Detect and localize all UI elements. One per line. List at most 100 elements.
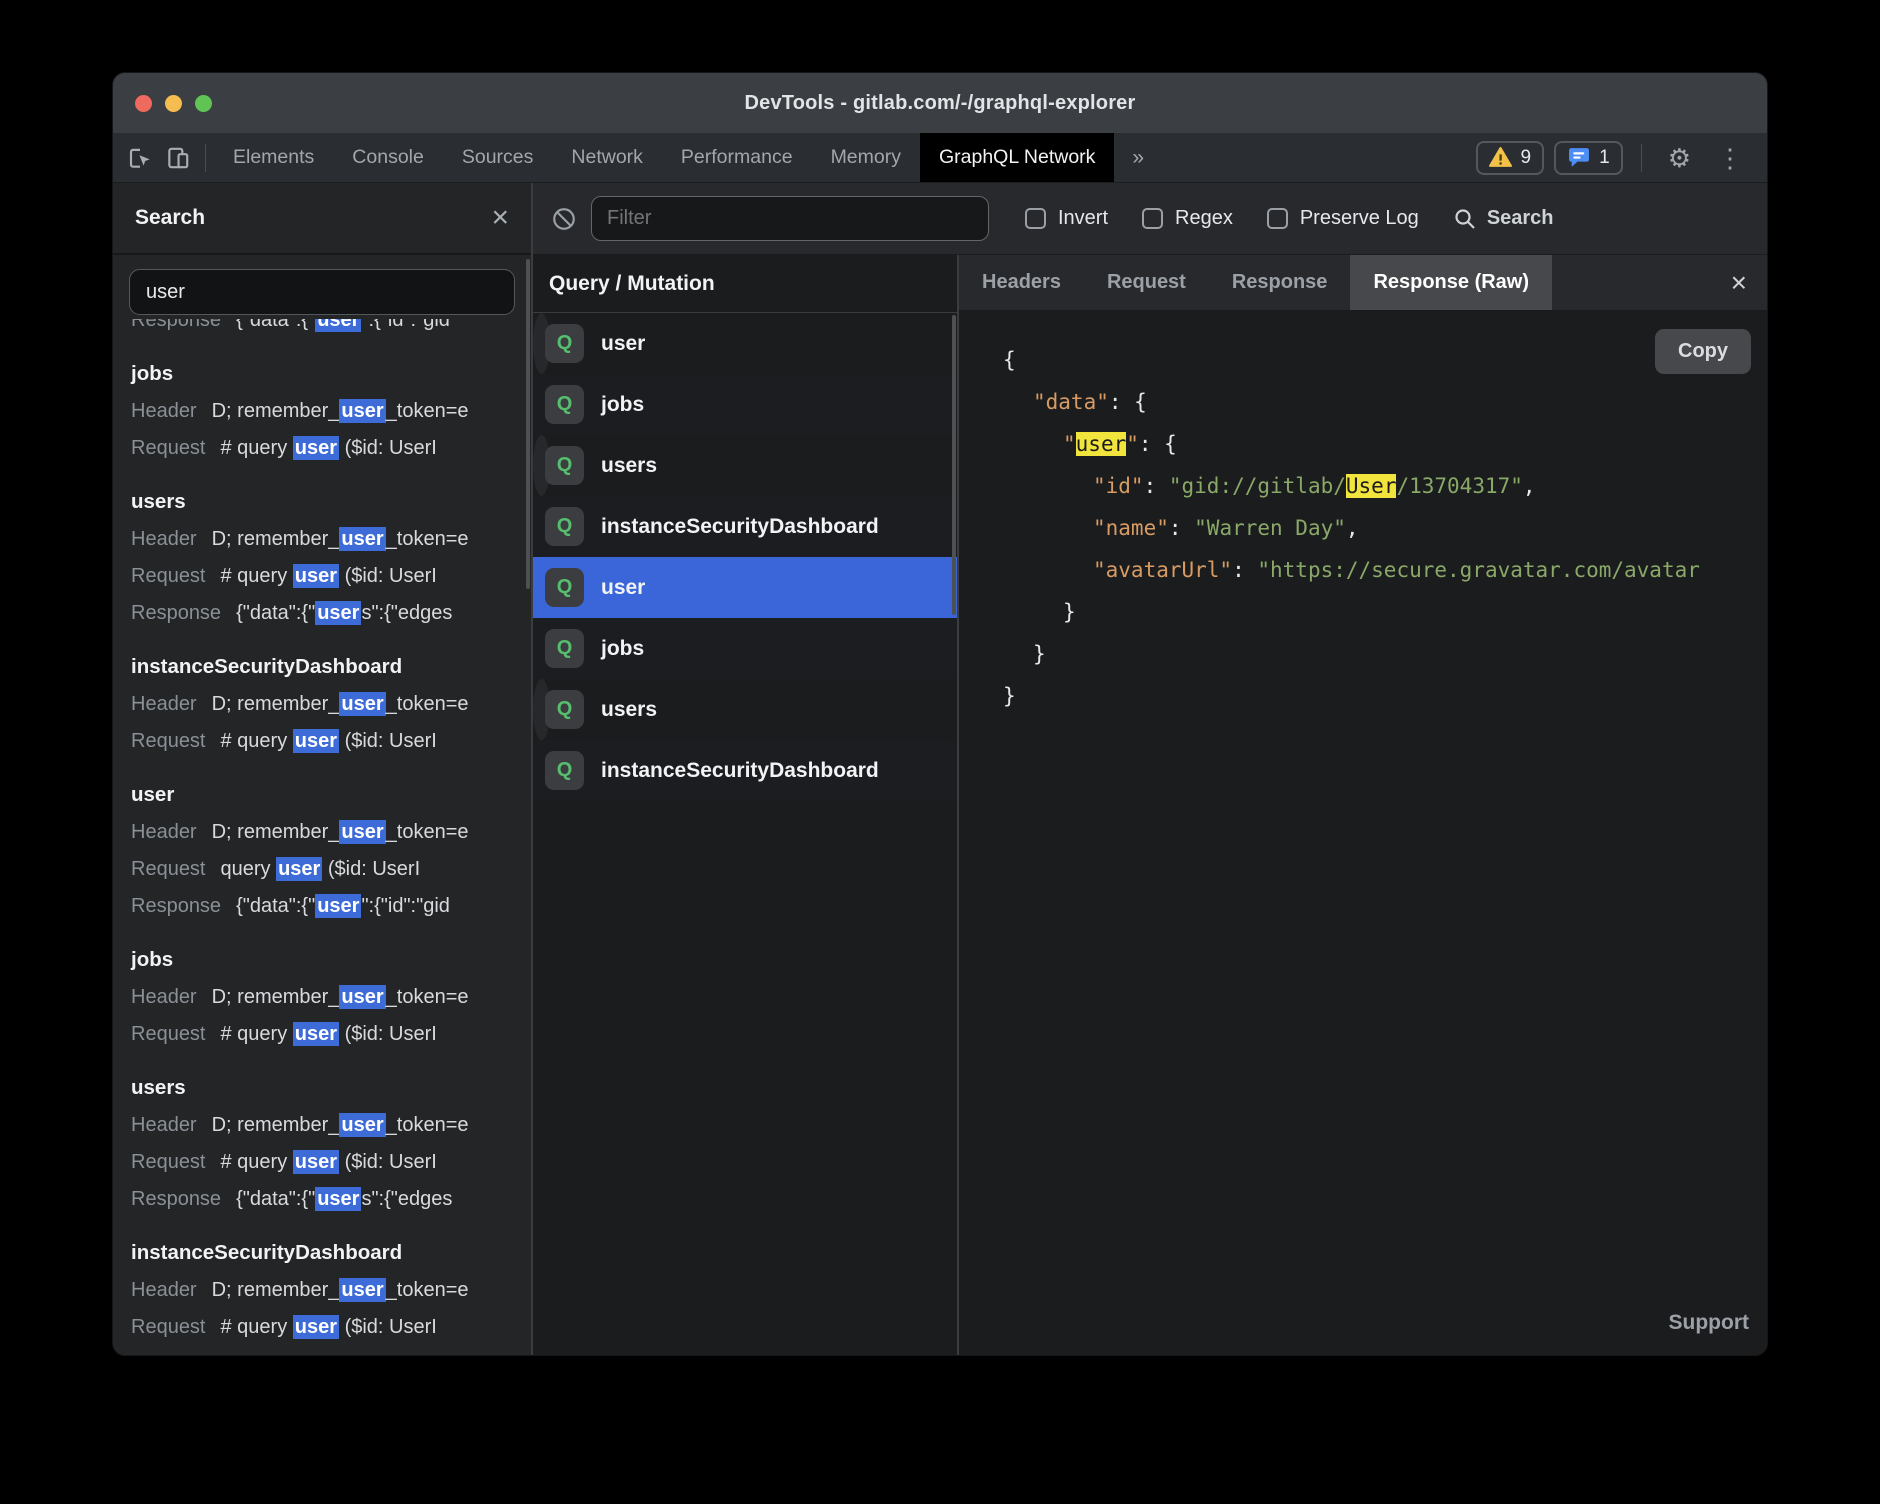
- search-result-line[interactable]: Request# query user ($id: UserI: [131, 1144, 531, 1181]
- inspect-element-icon[interactable]: [127, 145, 153, 171]
- minimize-window-button[interactable]: [165, 95, 182, 112]
- search-result-line[interactable]: HeaderD; remember_user_token=e: [131, 1272, 531, 1309]
- response-tab-strip: HeadersRequestResponseResponse (Raw) ×: [959, 255, 1767, 311]
- query-item-users[interactable]: Qusers: [533, 679, 550, 740]
- tab-console[interactable]: Console: [333, 133, 443, 182]
- warning-count: 9: [1521, 147, 1532, 169]
- window-title: DevTools - gitlab.com/-/graphql-explorer: [744, 92, 1135, 115]
- query-item-instancesecuritydashboard[interactable]: QinstanceSecurityDashboard: [533, 496, 957, 557]
- query-item-instancesecuritydashboard[interactable]: QinstanceSecurityDashboard: [533, 740, 957, 801]
- search-result-line[interactable]: HeaderD; remember_user_token=e: [131, 686, 531, 723]
- query-item-jobs[interactable]: Qjobs: [533, 374, 957, 435]
- tab-elements[interactable]: Elements: [214, 133, 333, 182]
- filter-input[interactable]: [591, 196, 989, 241]
- query-panel-title: Query / Mutation: [533, 255, 957, 313]
- search-result-line[interactable]: Request# query user ($id: UserI: [131, 430, 531, 467]
- traffic-lights: [135, 73, 212, 133]
- response-body: {"data": {"user": {"id": "gid://gitlab/U…: [959, 311, 1767, 1355]
- search-panel-header: Search ×: [113, 183, 531, 255]
- warnings-badge[interactable]: 9: [1476, 141, 1545, 175]
- checkbox-label: Regex: [1175, 207, 1233, 230]
- message-count: 1: [1599, 147, 1610, 169]
- query-type-badge: Q: [545, 324, 584, 363]
- search-panel-scrollbar[interactable]: [526, 259, 530, 589]
- more-tabs-chevron[interactable]: »: [1114, 133, 1162, 182]
- search-result-line[interactable]: HeaderD; remember_user_token=e: [131, 521, 531, 558]
- checkbox-box-icon[interactable]: [1267, 208, 1288, 229]
- block-clear-icon[interactable]: [551, 206, 577, 232]
- search-result-line[interactable]: Request# query user ($id: UserI: [131, 1309, 531, 1346]
- checkbox-label: Invert: [1058, 207, 1108, 230]
- filter-checkboxes: Invert Regex Preserve Log: [1025, 207, 1453, 230]
- search-result-section-title: instanceSecurityDashboard: [131, 1234, 531, 1272]
- response-tab-response-raw[interactable]: Response (Raw): [1350, 255, 1552, 310]
- search-result-line[interactable]: HeaderD; remember_user_token=e: [131, 1107, 531, 1144]
- gear-icon[interactable]: ⚙: [1660, 145, 1699, 171]
- checkbox-box-icon[interactable]: [1025, 208, 1046, 229]
- search-result-line[interactable]: Response{"data":{"users":{"edges: [131, 1181, 531, 1218]
- checkbox-preserve-log[interactable]: Preserve Log: [1267, 207, 1419, 230]
- query-type-badge: Q: [545, 629, 584, 668]
- search-result-section-title: jobs: [131, 355, 531, 393]
- search-result-line[interactable]: Request# query user ($id: UserI: [131, 558, 531, 595]
- json-line: "avatarUrl": "https://secure.gravatar.co…: [959, 549, 1767, 591]
- warning-icon: [1489, 147, 1512, 168]
- search-result-line[interactable]: Response{"data":{"user":{"id":"gid: [131, 319, 531, 339]
- copy-button[interactable]: Copy: [1655, 329, 1751, 374]
- tab-performance[interactable]: Performance: [662, 133, 812, 182]
- query-item-users[interactable]: Qusers: [533, 435, 550, 496]
- response-tab-response[interactable]: Response: [1209, 255, 1351, 310]
- toolbar-left-icons: [113, 133, 197, 182]
- search-result-section-title: jobs: [131, 941, 531, 979]
- search-icon: [1453, 207, 1477, 231]
- devtools-window: DevTools - gitlab.com/-/graphql-explorer…: [112, 72, 1768, 1356]
- messages-badge[interactable]: 1: [1554, 141, 1623, 175]
- checkbox-invert[interactable]: Invert: [1025, 207, 1108, 230]
- close-window-button[interactable]: [135, 95, 152, 112]
- search-close-icon[interactable]: ×: [491, 203, 509, 233]
- kebab-menu-icon[interactable]: ⋮: [1709, 145, 1751, 171]
- zoom-window-button[interactable]: [195, 95, 212, 112]
- query-type-badge: Q: [545, 385, 584, 424]
- query-list-scrollbar[interactable]: [952, 315, 956, 615]
- search-result-line[interactable]: HeaderD; remember_user_token=e: [131, 393, 531, 430]
- search-result-line[interactable]: HeaderD; remember_user_token=e: [131, 979, 531, 1016]
- filter-search-button[interactable]: Search: [1453, 207, 1554, 231]
- response-close-icon[interactable]: ×: [1731, 255, 1767, 310]
- json-line: }: [959, 675, 1767, 717]
- device-toolbar-icon[interactable]: [165, 145, 191, 171]
- devtools-toolbar: ElementsConsoleSourcesNetworkPerformance…: [113, 133, 1767, 183]
- message-icon: [1567, 147, 1590, 168]
- tab-sources[interactable]: Sources: [443, 133, 553, 182]
- json-line: "name": "Warren Day",: [959, 507, 1767, 549]
- checkbox-regex[interactable]: Regex: [1142, 207, 1233, 230]
- search-input[interactable]: [129, 269, 515, 315]
- search-result-line[interactable]: Response{"data":{"user":{"id":"gid: [131, 888, 531, 925]
- search-result-line[interactable]: Response{"data":{"users":{"edges: [131, 595, 531, 632]
- json-line: }: [959, 591, 1767, 633]
- search-results: Response{"data":{"user":{"id":"gidjobsHe…: [113, 319, 531, 1355]
- devtools-tab-strip: ElementsConsoleSourcesNetworkPerformance…: [214, 133, 1114, 182]
- response-panel: HeadersRequestResponseResponse (Raw) × {"…: [959, 255, 1767, 1355]
- checkbox-box-icon[interactable]: [1142, 208, 1163, 229]
- response-tab-headers[interactable]: Headers: [959, 255, 1084, 310]
- query-item-jobs[interactable]: Qjobs: [533, 618, 957, 679]
- toolbar-separator: [1641, 144, 1642, 172]
- search-result-line[interactable]: Requestquery user ($id: UserI: [131, 851, 531, 888]
- search-panel: Search × Response{"data":{"user":{"id":"…: [113, 183, 533, 1355]
- search-result-line[interactable]: HeaderD; remember_user_token=e: [131, 814, 531, 851]
- response-tab-request[interactable]: Request: [1084, 255, 1209, 310]
- support-link[interactable]: Support: [1669, 1311, 1749, 1335]
- json-line: "id": "gid://gitlab/User/13704317",: [959, 465, 1767, 507]
- query-mutation-panel: Query / Mutation QuserQjobsQusersQinstan…: [533, 255, 959, 1355]
- search-result-line[interactable]: Request# query user ($id: UserI: [131, 723, 531, 760]
- query-item-user[interactable]: Quser: [533, 557, 957, 618]
- tab-graphql-network[interactable]: GraphQL Network: [920, 133, 1114, 182]
- tab-network[interactable]: Network: [552, 133, 662, 182]
- search-result-line[interactable]: Request# query user ($id: UserI: [131, 1016, 531, 1053]
- query-type-badge: Q: [545, 690, 584, 729]
- query-type-badge: Q: [545, 751, 584, 790]
- json-code: {"data": {"user": {"id": "gid://gitlab/U…: [959, 339, 1767, 717]
- query-item-user[interactable]: Quser: [533, 313, 550, 374]
- tab-memory[interactable]: Memory: [812, 133, 920, 182]
